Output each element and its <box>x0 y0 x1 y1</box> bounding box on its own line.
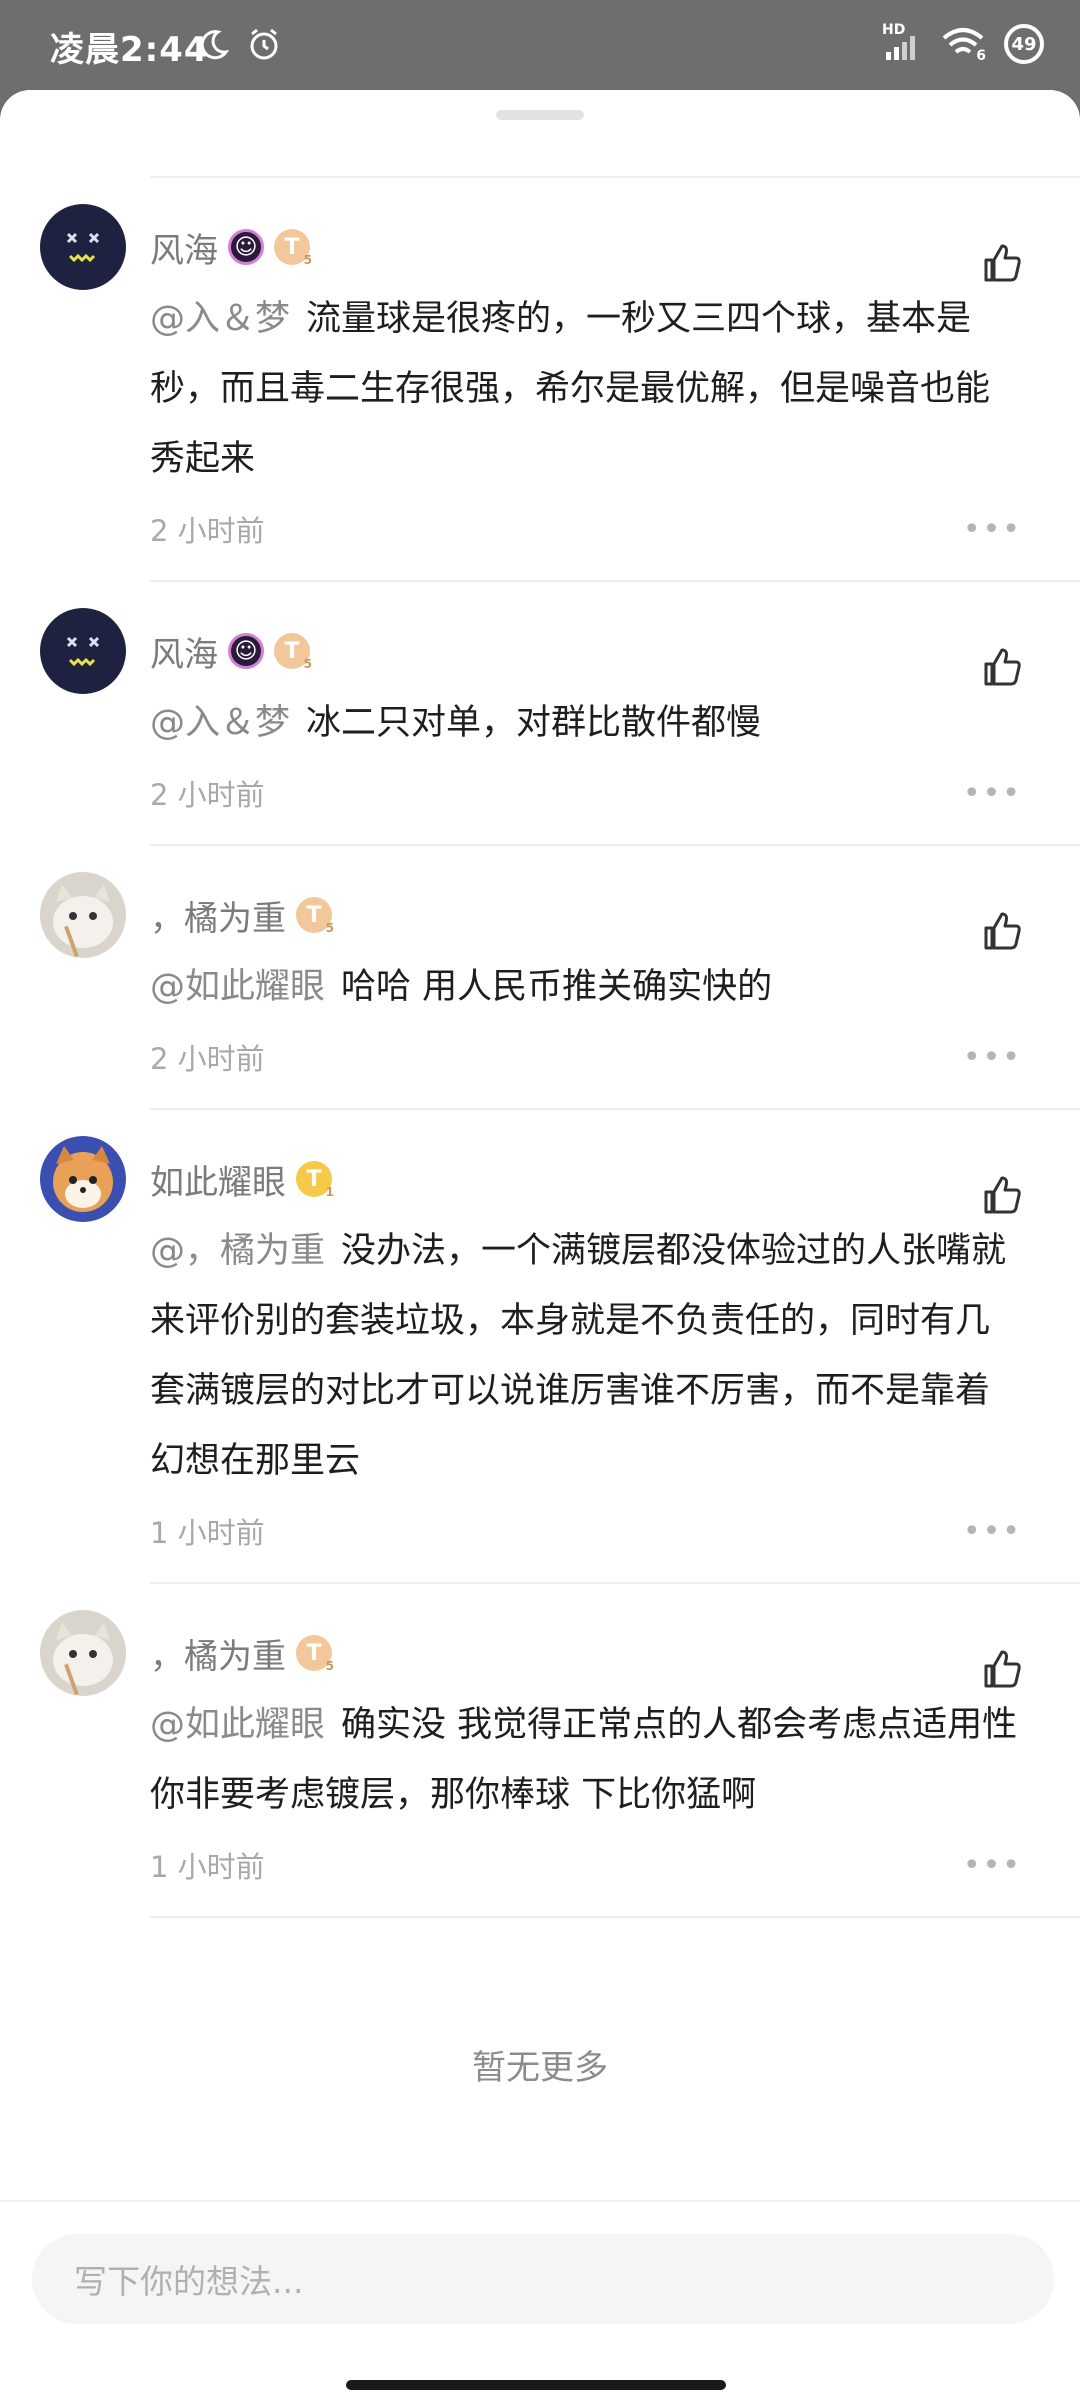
comment-text: @入＆梦 冰二只对单，对群比散件都慢 <box>150 688 1024 758</box>
comment-time: 1 小时前 <box>150 1516 265 1550</box>
avatar[interactable] <box>40 1136 126 1222</box>
mention-link[interactable]: @，橘为重 <box>150 1231 325 1271</box>
more-options-icon[interactable]: ••• <box>963 1040 1022 1075</box>
no-more-label: 暂无更多 <box>472 2048 608 2088</box>
comment-text: @，橘为重 没办法，一个满镀层都没体验过的人张嘴就来评价别的套装垃圾，本身就是不负… <box>150 1216 1024 1496</box>
comment-time: 2 小时前 <box>150 778 265 812</box>
comment-author[interactable]: 风海 <box>150 223 218 272</box>
comment-author[interactable]: ，橘为重 <box>150 891 286 940</box>
status-time: 凌晨2:44 <box>50 30 209 70</box>
comment-text: @如此耀眼 哈哈 用人民币推关确实快的 <box>150 952 1024 1022</box>
comment-content: 冰二只对单，对群比散件都慢 <box>306 703 762 743</box>
more-options-icon[interactable]: ••• <box>963 512 1022 547</box>
mention-link[interactable]: @入＆梦 <box>150 703 290 743</box>
comment-item: 如此耀眼 T1 @，橘为重 没办法，一个满镀层都没体验过的人张嘴就来评价别的套装垃… <box>0 1110 1080 1584</box>
alarm-icon <box>250 28 278 60</box>
comment-time: 2 小时前 <box>150 1042 265 1076</box>
mention-link[interactable]: @入＆梦 <box>150 299 290 339</box>
battery-level: 49 <box>1011 33 1037 55</box>
level-badge-icon: T5 <box>296 1635 334 1673</box>
avatar[interactable] <box>40 1610 126 1696</box>
more-options-icon[interactable]: ••• <box>963 776 1022 811</box>
comment-author[interactable]: 风海 <box>150 627 218 676</box>
wifi-label: 6 <box>976 48 986 64</box>
level-badge-icon: T5 <box>296 897 334 935</box>
comment-text: @如此耀眼 确实没 我觉得正常点的人都会考虑点适用性 你非要考虑镀层，那你棒球 下… <box>150 1690 1024 1830</box>
thumbs-up-icon[interactable] <box>980 1646 1024 1690</box>
comment-time: 2 小时前 <box>150 514 265 548</box>
comment-item: ，橘为重 T5 @如此耀眼 哈哈 用人民币推关确实快的 2 小时前 ••• <box>0 846 1080 1110</box>
thumbs-up-icon[interactable] <box>980 1172 1024 1216</box>
comment-content: 哈哈 用人民币推关确实快的 <box>341 967 773 1007</box>
comment-time: 1 小时前 <box>150 1850 265 1884</box>
level-badge-icon: T5 <box>274 633 312 671</box>
avatar[interactable] <box>40 608 126 694</box>
sheet-drag-handle[interactable] <box>496 110 584 120</box>
comment-item: 风海 ☺ T5 @入＆梦 冰二只对单，对群比散件都慢 2 小时前 ••• <box>0 582 1080 846</box>
level-badge-icon: T1 <box>296 1161 334 1199</box>
avatar[interactable] <box>40 872 126 958</box>
comment-text: @入＆梦 流量球是很疼的，一秒又三四个球，基本是秒，而且毒二生存很强，希尔是最优解… <box>150 284 1024 494</box>
wifi-icon: 6 <box>940 26 986 64</box>
mention-link[interactable]: @如此耀眼 <box>150 967 325 1007</box>
avatar[interactable] <box>40 204 126 290</box>
comment-input-placeholder: 写下你的想法... <box>74 2262 304 2301</box>
thumbs-up-icon[interactable] <box>980 240 1024 284</box>
mention-link[interactable]: @如此耀眼 <box>150 1705 325 1745</box>
signal-icon: HD <box>882 22 922 62</box>
moon-icon <box>200 30 230 60</box>
comment-item: 风海 ☺ T5 @入＆梦 流量球是很疼的，一秒又三四个球，基本是秒，而且毒二生存很… <box>0 178 1080 582</box>
comment-list: 风海 ☺ T5 @入＆梦 流量球是很疼的，一秒又三四个球，基本是秒，而且毒二生存很… <box>0 176 1080 1918</box>
thumbs-up-icon[interactable] <box>980 908 1024 952</box>
status-bar: 凌晨2:44 HD 6 49 <box>0 0 1080 90</box>
home-indicator[interactable] <box>346 2380 726 2390</box>
comment-input[interactable]: 写下你的想法... <box>32 2234 1054 2324</box>
emoji-badge-icon: ☺ <box>228 633 264 669</box>
comments-sheet: 风海 ☺ T5 @入＆梦 流量球是很疼的，一秒又三四个球，基本是秒，而且毒二生存很… <box>0 90 1080 2400</box>
more-options-icon[interactable]: ••• <box>963 1848 1022 1883</box>
divider <box>150 1916 1080 1918</box>
more-options-icon[interactable]: ••• <box>963 1514 1022 1549</box>
comment-input-bar: 写下你的想法... <box>0 2200 1080 2400</box>
comment-author[interactable]: 如此耀眼 <box>150 1155 286 1204</box>
level-badge-icon: T5 <box>274 229 312 267</box>
battery-icon: 49 <box>1004 24 1044 64</box>
thumbs-up-icon[interactable] <box>980 644 1024 688</box>
emoji-badge-icon: ☺ <box>228 229 264 265</box>
comment-author[interactable]: ，橘为重 <box>150 1629 286 1678</box>
comment-item: ，橘为重 T5 @如此耀眼 确实没 我觉得正常点的人都会考虑点适用性 你非要考虑镀… <box>0 1584 1080 1918</box>
